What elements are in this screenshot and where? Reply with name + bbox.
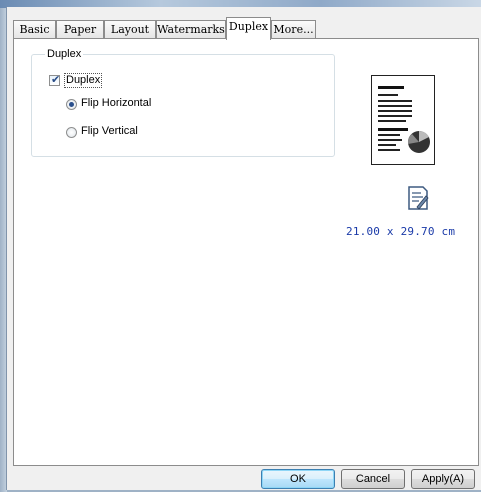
duplex-checkbox-label[interactable]: Duplex — [64, 73, 103, 88]
flip-vertical-label[interactable]: Flip Vertical — [81, 125, 138, 137]
duplex-checkbox[interactable]: ✔ — [49, 73, 61, 86]
paper-size-icon — [407, 185, 429, 211]
tab-duplex[interactable]: Duplex — [226, 17, 271, 40]
tab-more[interactable]: More... — [271, 20, 316, 38]
flip-horizontal-radio[interactable] — [66, 99, 77, 110]
document-preview-icon — [378, 86, 430, 153]
ok-button[interactable]: OK — [261, 469, 335, 489]
tab-paper[interactable]: Paper — [56, 20, 104, 38]
flip-vertical-radio[interactable] — [66, 127, 77, 138]
tab-basic[interactable]: Basic — [13, 20, 56, 38]
tab-watermarks[interactable]: Watermarks — [156, 20, 226, 38]
duplex-preview-page — [371, 75, 435, 165]
tab-layout[interactable]: Layout — [104, 20, 156, 38]
apply-button[interactable]: Apply(A) — [411, 469, 475, 489]
paper-size-label: 21.00 x 29.70 cm — [346, 225, 456, 238]
flip-horizontal-label[interactable]: Flip Horizontal — [81, 97, 151, 109]
duplex-group-title: Duplex — [45, 48, 84, 60]
printer-properties-dialog: Basic Paper Layout Watermarks Duplex Mor… — [6, 7, 481, 490]
checkmark-icon: ✔ — [51, 73, 61, 86]
cancel-button[interactable]: Cancel — [341, 469, 405, 489]
